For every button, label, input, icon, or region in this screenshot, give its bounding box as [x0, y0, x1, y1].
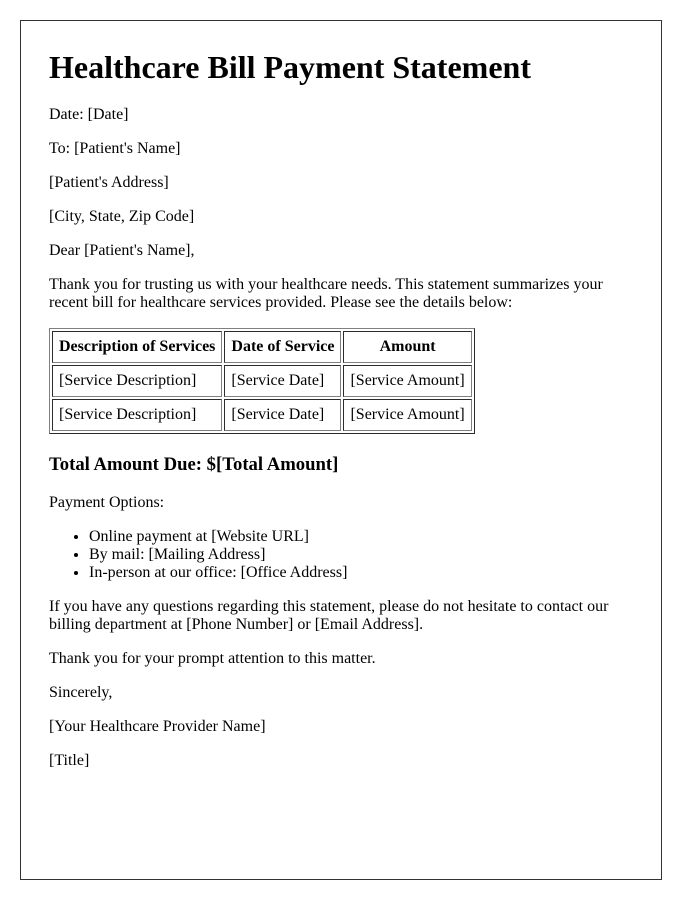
service-date-cell: [Service Date]: [224, 364, 342, 397]
payment-options-label: Payment Options:: [49, 493, 165, 511]
service-date-cell: [Service Date]: [224, 398, 342, 431]
table-row: [Service Description] [Service Date] [Se…: [52, 398, 472, 431]
recipient-name: To: [Patient's Name]: [49, 139, 181, 157]
payment-options-list: Online payment at [Website URL] By mail:…: [49, 528, 633, 582]
closing: Sincerely,: [49, 683, 113, 701]
recipient-address: [Patient's Address]: [49, 173, 169, 191]
page-title: Healthcare Bill Payment Statement: [49, 49, 531, 85]
service-amount-cell: [Service Amount]: [343, 398, 472, 431]
provider-name: [Your Healthcare Provider Name]: [49, 717, 266, 735]
column-header-description: Description of Services: [52, 330, 223, 363]
recipient-city: [City, State, Zip Code]: [49, 207, 195, 225]
services-table: Description of Services Date of Service …: [49, 327, 475, 434]
signer-title: [Title]: [49, 751, 90, 769]
statement-document: Healthcare Bill Payment Statement Date: …: [20, 20, 662, 880]
payment-option-online: Online payment at [Website URL]: [89, 528, 633, 546]
total-amount-due: Total Amount Due: $[Total Amount]: [49, 453, 339, 475]
intro-paragraph: Thank you for trusting us with your heal…: [49, 275, 603, 311]
questions-paragraph: If you have any questions regarding this…: [49, 597, 609, 633]
service-description-cell: [Service Description]: [52, 364, 223, 397]
thanks-paragraph: Thank you for your prompt attention to t…: [49, 649, 376, 667]
payment-option-in-person: In-person at our office: [Office Address…: [89, 564, 633, 582]
salutation: Dear [Patient's Name],: [49, 241, 195, 259]
payment-option-mail: By mail: [Mailing Address]: [89, 546, 633, 564]
date-line: Date: [Date]: [49, 105, 129, 123]
column-header-date: Date of Service: [224, 330, 342, 363]
service-description-cell: [Service Description]: [52, 398, 223, 431]
service-amount-cell: [Service Amount]: [343, 364, 472, 397]
table-header-row: Description of Services Date of Service …: [52, 330, 472, 363]
table-row: [Service Description] [Service Date] [Se…: [52, 364, 472, 397]
column-header-amount: Amount: [343, 330, 472, 363]
